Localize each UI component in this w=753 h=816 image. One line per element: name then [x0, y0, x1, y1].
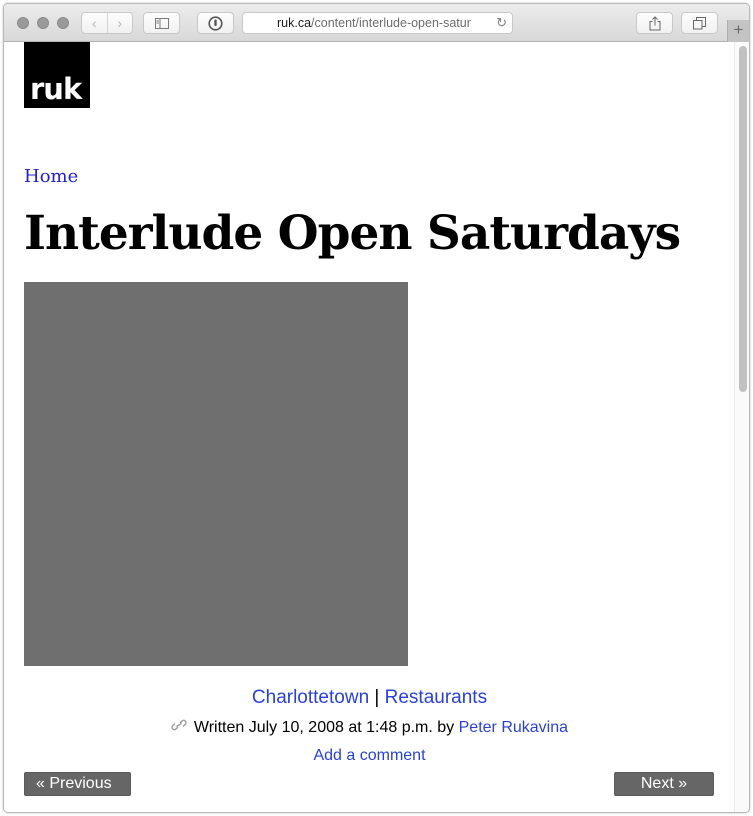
address-bar[interactable]: ruk.ca/content/interlude-open-satur ↻ — [242, 12, 513, 34]
tag-separator: | — [374, 687, 380, 708]
tag-link-charlottetown[interactable]: Charlottetown — [252, 687, 369, 708]
forward-icon[interactable]: › — [108, 13, 133, 33]
new-tab-button[interactable]: + — [727, 20, 749, 42]
add-comment-link[interactable]: Add a comment — [313, 747, 425, 764]
comment-section: Add a comment — [4, 747, 735, 765]
tag-link-restaurants[interactable]: Restaurants — [385, 687, 487, 708]
password-manager-button[interactable] — [197, 12, 234, 34]
scrollbar-thumb[interactable] — [739, 46, 747, 392]
url-path: /content/interlude-open-satur — [311, 16, 471, 30]
written-date-text: Written July 10, 2008 at 1:48 p.m. by — [193, 719, 455, 736]
browser-toolbar: ‹ › ruk.ca/content/interlude-open-satur … — [4, 4, 749, 42]
author-link[interactable]: Peter Rukavina — [459, 719, 568, 736]
minimize-window-button[interactable] — [37, 17, 49, 29]
page-content: ruk Home Interlude Open Saturdays Charlo… — [4, 42, 735, 812]
share-button[interactable] — [636, 12, 673, 34]
page-title: Interlude Open Saturdays — [24, 206, 681, 261]
browser-window: ‹ › ruk.ca/content/interlude-open-satur … — [3, 3, 750, 813]
zoom-window-button[interactable] — [57, 17, 69, 29]
permalink-icon[interactable] — [171, 719, 191, 735]
navigation-buttons: ‹ › — [81, 12, 133, 34]
share-icon — [649, 15, 660, 30]
post-tags: Charlottetown | Restaurants — [4, 687, 735, 709]
site-logo[interactable]: ruk — [24, 42, 90, 108]
logo-text: ruk — [30, 72, 82, 106]
tabs-overview-icon — [693, 16, 706, 29]
sidebar-toggle-button[interactable] — [143, 12, 180, 34]
post-image — [24, 282, 408, 666]
back-icon[interactable]: ‹ — [82, 13, 108, 33]
vertical-scrollbar[interactable] — [734, 42, 749, 812]
previous-post-button[interactable]: « Previous — [24, 772, 131, 796]
post-meta: Written July 10, 2008 at 1:48 p.m. by Pe… — [4, 718, 735, 737]
reload-icon[interactable]: ↻ — [496, 13, 507, 33]
next-post-button[interactable]: Next » — [614, 772, 714, 796]
close-window-button[interactable] — [17, 17, 29, 29]
sidebar-icon — [154, 17, 169, 29]
password-key-icon — [208, 15, 223, 31]
breadcrumb-home-link[interactable]: Home — [24, 166, 78, 187]
show-tabs-button[interactable] — [681, 12, 718, 34]
url-domain: ruk.ca — [277, 16, 312, 30]
